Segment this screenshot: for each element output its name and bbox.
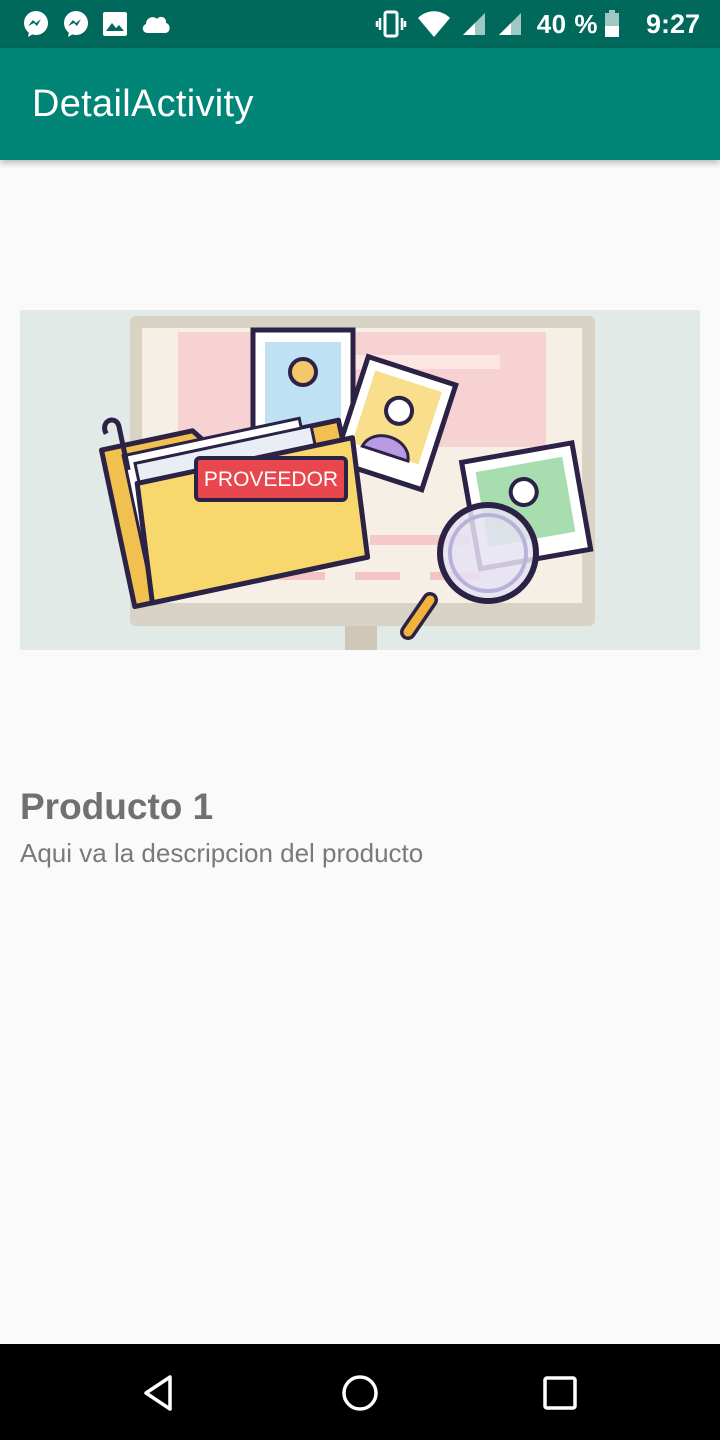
image-label: PROVEEDOR [204, 468, 338, 491]
image-icon [102, 11, 128, 37]
battery-icon [604, 10, 620, 38]
status-bar: 40 % 9:27 [0, 0, 720, 48]
cloud-icon [140, 12, 172, 36]
wifi-icon [417, 10, 451, 38]
product-description: Aqui va la descripcion del producto [20, 838, 424, 868]
vibrate-icon [375, 10, 407, 38]
recents-icon[interactable] [535, 1368, 585, 1418]
status-system: 40 % 9:27 [365, 9, 700, 40]
messenger-icon [22, 10, 50, 38]
navigation-bar [0, 1344, 720, 1440]
home-icon[interactable] [335, 1368, 385, 1418]
signal-icon [497, 11, 523, 37]
battery-percent: 40 % [536, 8, 598, 39]
clock: 9:27 [645, 8, 700, 39]
product-image: PROVEEDOR [20, 310, 700, 650]
messenger-icon [62, 10, 90, 38]
app-bar: DetailActivity [0, 48, 720, 160]
page-title: DetailActivity [32, 82, 254, 125]
back-icon[interactable] [135, 1368, 185, 1418]
signal-icon [461, 11, 487, 37]
product-name: Producto 1 [20, 786, 214, 827]
status-notifications [22, 10, 184, 38]
